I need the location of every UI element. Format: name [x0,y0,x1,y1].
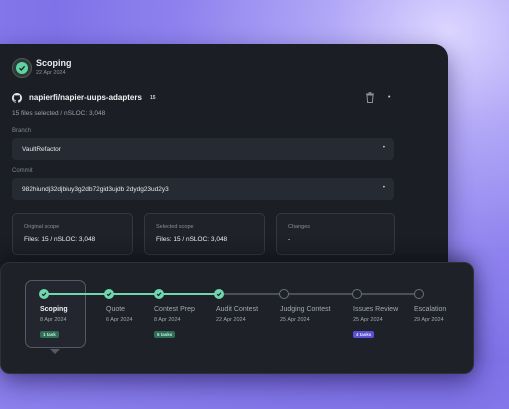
timeline-step-name[interactable]: Quote [106,306,125,313]
commit-label: Commit [12,168,33,174]
task-badge[interactable]: 1 task [40,331,59,338]
files-selected: 15 files selected / nSLOC: 3,048 [12,110,106,117]
timeline-node-check-icon[interactable] [154,289,164,299]
panel-date: 22 Apr 2024 [36,70,66,76]
timeline-step-date: 22 Apr 2024 [216,317,246,323]
branch-value: VaultRefactor [22,145,61,153]
timeline-step-name[interactable]: Issues Review [353,306,398,313]
commit-select[interactable]: 982hiundj32djbiuy3g2db72gid3ujdb 2dydg23… [12,178,394,200]
repo-name[interactable]: napierfi/napier-uups-adapters [29,93,142,102]
task-badge[interactable]: 5 tasks [154,331,176,338]
timeline-step-name[interactable]: Scoping [40,306,68,313]
caret-icon: • [382,145,385,151]
timeline-step-name[interactable]: Judging Contest [280,306,331,313]
check-circle-icon [12,58,32,78]
timeline-step-date: 8 Apr 2024 [40,317,67,323]
branch-select[interactable]: VaultRefactor • [12,138,394,160]
timeline-step-date: 25 Apr 2024 [353,317,383,323]
task-badge[interactable]: 4 tasks [353,331,375,338]
original-scope-card: Original scope Files: 15 / nSLOC: 3,048 [12,213,133,255]
changes-value: - [288,236,291,243]
timeline-progress-line [44,293,219,295]
branch-label: Branch [12,128,32,134]
selected-scope-label: Selected scope [156,224,194,230]
selected-scope-card: Selected scope Files: 15 / nSLOC: 3,048 [144,213,265,255]
selected-step-pointer [50,349,60,354]
timeline-remaining-line [219,293,419,295]
timeline-step-date: 8 Apr 2024 [154,317,181,323]
changes-label: Changes [288,224,311,230]
timeline-node-check-icon[interactable] [214,289,224,299]
timeline-step-date: 29 Apr 2024 [414,317,444,323]
caret-icon: • [382,185,385,191]
timeline-step-date: 6 Apr 2024 [106,317,133,323]
original-scope-label: Original scope [24,224,60,230]
original-scope-value: Files: 15 / nSLOC: 3,048 [24,236,96,243]
timeline-step-name[interactable]: Audit Contest [216,306,258,313]
timeline-step-name[interactable]: Escalation [414,306,446,313]
repo-count: 15 [150,95,156,101]
timeline-step-date: 25 Apr 2024 [280,317,310,323]
selected-scope-value: Files: 15 / nSLOC: 3,048 [156,236,228,243]
panel-title: Scoping [36,58,72,68]
trash-icon[interactable] [365,92,375,103]
timeline-node-pending-icon[interactable] [352,289,362,299]
changes-card: Changes - [276,213,395,255]
more-dot-icon[interactable]: • [388,94,390,101]
timeline-node-pending-icon[interactable] [279,289,289,299]
timeline-step-name[interactable]: Contest Prep [154,306,195,313]
github-icon [12,93,22,103]
timeline-node-check-icon[interactable] [39,289,49,299]
timeline-node-check-icon[interactable] [104,289,114,299]
timeline-node-pending-icon[interactable] [414,289,424,299]
commit-value: 982hiundj32djbiuy3g2db72gid3ujdb 2dydg23… [22,185,169,193]
